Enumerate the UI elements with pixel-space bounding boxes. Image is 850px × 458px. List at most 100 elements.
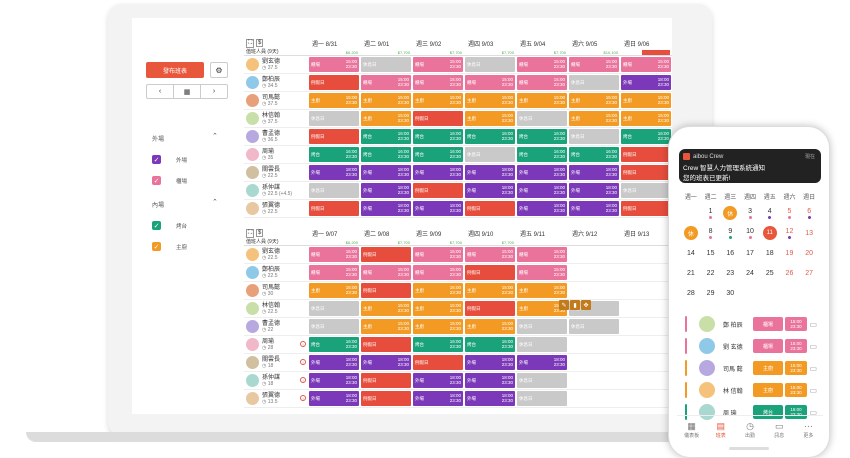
shift-cell[interactable]: 休息日 [516,110,568,127]
day-header[interactable]: 週六 9/05 $10,100 [568,38,620,55]
shift-block[interactable]: 主廚 15:0023:30 [621,93,671,108]
checkbox-chef[interactable]: ✓ [152,242,161,251]
shift-cell[interactable]: 主廚 15:0023:30 [464,110,516,127]
shift-block[interactable]: 例假日 [413,111,463,126]
expand-icon[interactable]: ⛶ [246,229,255,238]
shift-cell[interactable]: 休息日 [568,74,620,91]
shift-block[interactable]: 例假日 [309,75,359,90]
shift-cell[interactable]: 主廚 15:0023:30 [412,282,464,299]
shift-block[interactable]: 烤台 16:00 23:30 [621,129,671,144]
shift-block[interactable]: 例假日 [621,201,671,216]
prev-week-button[interactable]: ‹ [147,85,174,98]
shift-cell[interactable] [620,300,672,317]
shift-block[interactable]: 外場 18:00 23:30 [413,391,463,406]
shift-block[interactable]: 櫃場 15:00 23:30 [309,57,359,72]
shift-block[interactable]: 櫃場 15:00 23:30 [413,265,463,280]
shift-cell[interactable]: 櫃場 15:00 23:30 [308,56,360,73]
shift-block[interactable]: 烤台 16:00 23:30 [465,129,515,144]
shift-block[interactable]: 休息日 [309,319,359,334]
shift-block[interactable]: 外場 18:00 23:30 [413,201,463,216]
day-header[interactable]: 週二 9/08 $7,700 [360,228,412,245]
shift-cell[interactable]: 休息日 [620,182,672,199]
calendar-day[interactable]: 8 [701,223,721,243]
tab-clock[interactable]: ◷ 出勤 [735,416,764,443]
shift-block[interactable]: 主廚 15:0023:30 [361,93,411,108]
shift-cell[interactable]: 主廚 15:0023:30 [620,110,672,127]
shift-cell[interactable]: 烤台 16:00 23:30 [516,146,568,163]
shift-cell[interactable]: 外場 18:00 23:30 [464,354,516,371]
shift-cell[interactable]: 外場 18:00 23:30 [464,164,516,181]
shift-cell[interactable]: 外場 18:00 23:30 [308,390,360,407]
day-header[interactable]: 週三 9/02 $7,700 [412,38,464,55]
shift-cell[interactable]: 例假日 [360,372,412,389]
shift-block[interactable]: 烤台 16:00 23:30 [413,337,463,352]
day-header[interactable]: 週一 9/07 $6,200 [308,228,360,245]
shift-cell[interactable]: 櫃場 15:00 23:30 [464,246,516,263]
shift-block[interactable]: 烤台 16:00 23:30 [361,147,411,162]
shift-block[interactable]: 櫃場 15:00 23:30 [465,75,515,90]
calendar-day[interactable]: 休 [681,223,701,243]
shift-cell[interactable] [568,246,620,263]
shift-block[interactable]: 主廚 15:0023:30 [413,93,463,108]
shift-cell[interactable]: 例假日 [412,110,464,127]
push-notification[interactable]: aibou Crew 現在 Crew 智慧人力管理系統通知 您的班表已更新! [679,149,821,183]
shift-cell[interactable]: 外場 18:00 23:30 [360,182,412,199]
shift-cell[interactable]: 例假日 [620,164,672,181]
shift-block[interactable]: 外場 18:00 23:30 [413,165,463,180]
shift-block[interactable]: 櫃場 15:00 23:30 [309,247,359,262]
shift-block[interactable]: 休息日 [309,111,359,126]
employee-cell[interactable]: 司馬懿 ◷ 30 [244,282,308,299]
calendar-day[interactable]: 22 [701,263,721,283]
shift-block[interactable]: 主廚 15:0023:30 [361,301,411,316]
shift-cell[interactable]: 外場 18:00 23:30 [516,164,568,181]
checkbox-counter[interactable]: ✓ [152,176,161,185]
shift-cell[interactable]: 外場 18:00 23:30 [360,164,412,181]
shift-cell[interactable]: 外場 18:00 23:30 [308,164,360,181]
shift-cell[interactable]: 休息日 [568,128,620,145]
shift-block[interactable]: 主廚 15:0023:30 [465,111,515,126]
shift-cell[interactable] [620,336,672,353]
shift-cell[interactable]: 例假日 [412,182,464,199]
shift-cell[interactable]: 烤台 16:00 23:30 [516,128,568,145]
shift-cell[interactable]: 櫃場 15:00 23:30 [516,56,568,73]
shift-cell[interactable]: 例假日 [308,128,360,145]
shift-cell[interactable]: 休息日 [516,372,568,389]
calendar-day[interactable]: 12 [780,223,800,243]
shift-block[interactable]: 主廚 15:0023:30 [465,319,515,334]
calendar-day[interactable]: 11 [760,223,780,243]
shift-cell[interactable]: 櫃場 15:00 23:30 [464,74,516,91]
shift-block[interactable]: 休息日 [569,319,619,334]
shift-block[interactable]: 櫃場 15:00 23:30 [621,57,671,72]
calendar-day[interactable]: 15 [701,243,721,263]
calendar-day[interactable]: 休 [720,203,740,223]
shift-cell[interactable]: 外場 18:00 23:30 [516,200,568,217]
shift-block[interactable]: 外場 18:00 23:30 [517,165,567,180]
employee-cell[interactable]: 周瑜 ◷ 35 [244,146,308,163]
shift-block[interactable]: 例假日 [413,355,463,370]
shift-cell[interactable]: 櫃場 15:00 23:30 [516,264,568,281]
shift-cell[interactable]: 烤台 16:00 23:30 [360,128,412,145]
employee-cell[interactable]: 曹孟德 ◷ 22 [244,318,308,335]
shift-cell[interactable]: 外場 18:00 23:30 [412,372,464,389]
shift-cell[interactable]: 烤台 16:00 23:30 [568,146,620,163]
shift-cell[interactable]: 櫃場 15:00 23:30 [308,246,360,263]
shift-block[interactable]: 例假日 [465,301,515,316]
shift-block[interactable]: 櫃場 15:00 23:30 [309,265,359,280]
cost-toggle-icon[interactable]: $ [256,39,264,47]
shift-cell[interactable] [568,354,620,371]
shift-cell[interactable]: 休息日 [308,318,360,335]
shift-block[interactable]: 櫃場 15:00 23:30 [517,265,567,280]
employee-cell[interactable]: 周瑜 ◷ 28! [244,336,308,353]
calendar-day[interactable]: 17 [740,243,760,263]
shift-block[interactable]: 例假日 [361,373,411,388]
shift-cell[interactable] [568,372,620,389]
shift-cell[interactable]: 休息日 [516,318,568,335]
shift-block[interactable]: 外場 18:00 23:30 [309,373,359,388]
shift-block[interactable]: 休息日 [569,75,619,90]
shift-cell[interactable]: 例假日 [620,146,672,163]
shift-cell[interactable]: 櫃場 15:00 23:30 [308,264,360,281]
shift-cell[interactable]: 櫃場 15:00 23:30 [620,56,672,73]
shift-block[interactable]: 烤台 16:00 23:30 [309,147,359,162]
employee-cell[interactable]: 林信翰 ◷ 37.5 [244,110,308,127]
shift-block[interactable]: 主廚 15:0023:30 [621,111,671,126]
